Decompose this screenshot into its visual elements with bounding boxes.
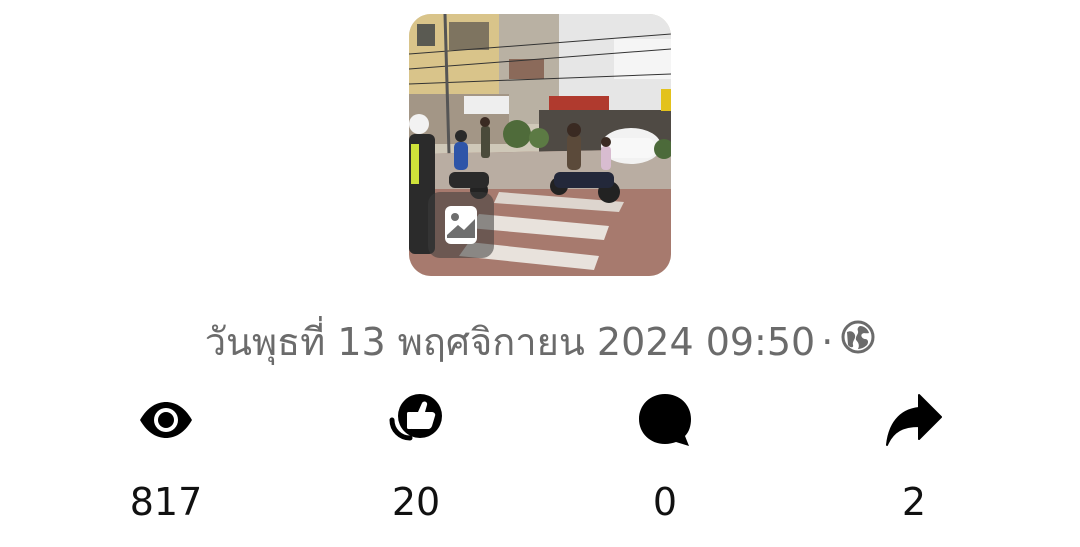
thumbs-up-icon	[336, 388, 496, 452]
views-count: 817	[129, 480, 203, 524]
post-date: วันพุธที่ 13 พฤศจิกายน 2024 09:50	[204, 320, 816, 364]
comment-icon	[585, 388, 745, 452]
post-meta: วันพุธที่ 13 พฤศจิกายน 2024 09:50 ·	[0, 316, 1080, 371]
stat-likes[interactable]: 20	[336, 388, 496, 526]
stat-comments[interactable]: 0	[585, 388, 745, 526]
shares-count: 2	[901, 480, 927, 524]
photo-type-badge	[428, 192, 494, 258]
likes-count: 20	[391, 480, 441, 524]
eye-icon	[86, 388, 246, 452]
comments-count: 0	[652, 480, 678, 524]
stat-shares[interactable]: 2	[834, 388, 994, 526]
meta-separator: ·	[821, 320, 834, 364]
stat-views[interactable]: 817	[86, 388, 246, 526]
share-icon	[834, 388, 994, 452]
globe-icon[interactable]	[841, 315, 875, 367]
image-icon	[445, 206, 477, 244]
post-stats: 817 20 0 2	[0, 388, 1080, 528]
